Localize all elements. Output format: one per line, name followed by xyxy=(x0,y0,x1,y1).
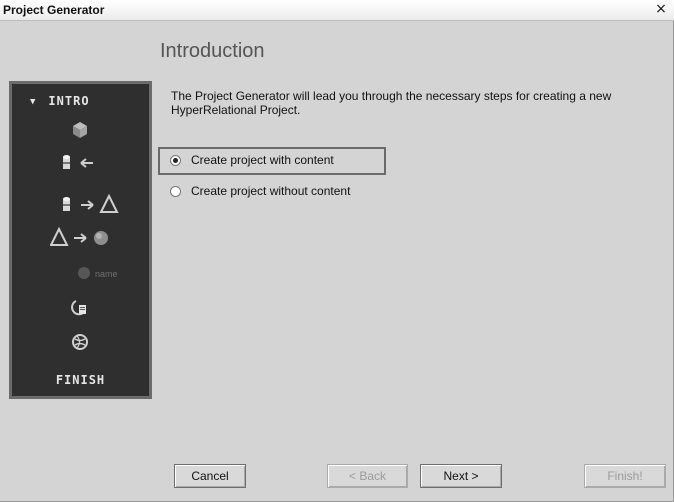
expand-triangle-icon: ▼ xyxy=(30,97,37,107)
sidebar-header: ▼ INTRO xyxy=(30,94,90,108)
sidebar-footer: FINISH xyxy=(55,373,106,387)
steps-sidebar: ▼ INTRO name FINISH xyxy=(9,81,152,399)
cylinder-arrow-left-icon xyxy=(63,155,93,169)
step-name-label: name xyxy=(95,269,118,279)
option-without-content[interactable]: Create project without content xyxy=(158,178,386,206)
option-without-content-label[interactable]: Create project without content xyxy=(191,184,350,198)
finish-button[interactable]: Finish! xyxy=(584,464,666,488)
cube-icon xyxy=(73,122,87,138)
back-button[interactable]: < Back xyxy=(327,464,408,488)
option-with-content[interactable]: Create project with content xyxy=(158,147,386,175)
project-generator-window: Project Generator × Introduction The Pro… xyxy=(0,0,674,502)
option-with-content-label[interactable]: Create project with content xyxy=(191,153,334,167)
sidebar-header-label: INTRO xyxy=(48,94,90,108)
title-bar[interactable]: Project Generator × xyxy=(0,0,674,21)
radio-with-content[interactable] xyxy=(170,155,181,166)
cancel-button[interactable]: Cancel xyxy=(174,464,246,488)
radio-without-content[interactable] xyxy=(170,186,181,197)
next-button[interactable]: Next > xyxy=(420,464,502,488)
globe-icon xyxy=(72,334,88,350)
circle-name-icon xyxy=(78,267,90,279)
triangle-arrow-circle-icon xyxy=(50,226,108,246)
document-icon xyxy=(71,300,86,316)
page-title: Introduction xyxy=(160,40,265,62)
close-icon[interactable]: × xyxy=(654,1,668,17)
window-title: Project Generator xyxy=(3,3,105,17)
intro-description: The Project Generator will lead you thro… xyxy=(171,89,612,117)
cylinder-arrow-triangle-icon xyxy=(63,193,119,213)
radio-selected-dot xyxy=(173,158,178,163)
